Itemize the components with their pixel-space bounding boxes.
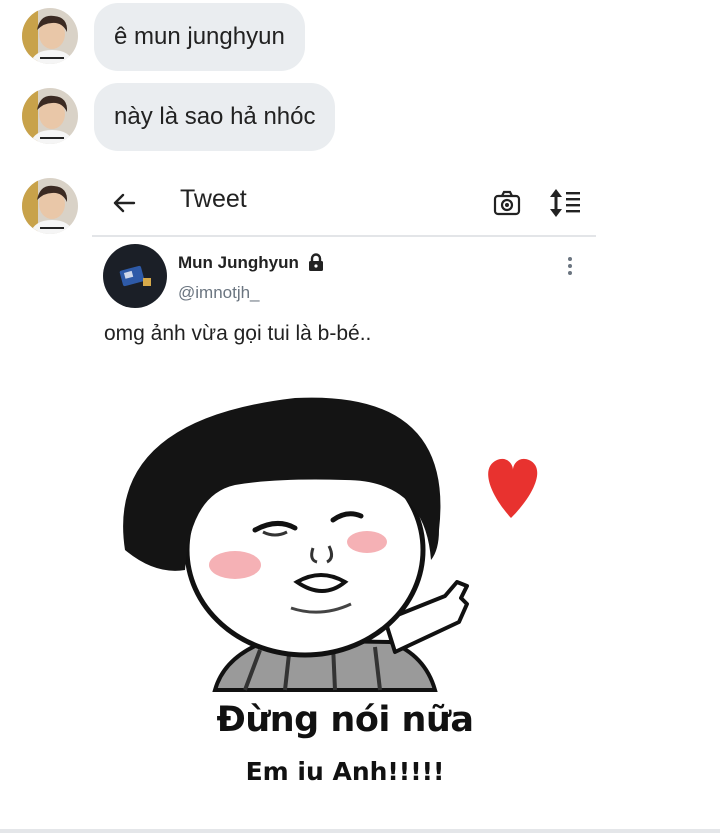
- header-divider: [92, 235, 596, 237]
- message-bubble[interactable]: ê mun junghyun: [94, 3, 305, 71]
- meme-caption-line1: Đừng nói nữa: [216, 700, 475, 740]
- bottom-divider: [0, 829, 720, 833]
- lock-icon: [309, 253, 323, 271]
- more-vertical-icon[interactable]: [563, 254, 577, 278]
- message-text: ê mun junghyun: [114, 23, 285, 50]
- author-handle[interactable]: @imnotjh_: [178, 283, 260, 303]
- message-bubble[interactable]: này là sao hả nhóc: [94, 83, 336, 151]
- meme-image[interactable]: [95, 360, 595, 820]
- back-arrow-icon[interactable]: [110, 189, 138, 217]
- author-avatar[interactable]: [103, 244, 167, 308]
- meme-caption-line2: Em iu Anh!!!!!: [245, 757, 445, 786]
- camera-icon[interactable]: [492, 188, 522, 218]
- message-text: này là sao hả nhóc: [114, 103, 316, 130]
- tweet-text: omg ảnh vừa gọi tui là b-bé..: [104, 322, 372, 345]
- tweet-header-bar: Tweet: [94, 170, 596, 236]
- heart-icon: [488, 458, 538, 518]
- sender-avatar[interactable]: [22, 178, 78, 234]
- sender-avatar[interactable]: [22, 8, 78, 64]
- sender-avatar[interactable]: [22, 88, 78, 144]
- author-display-name[interactable]: Mun Junghyun: [178, 253, 299, 273]
- header-title: Tweet: [180, 185, 247, 213]
- sort-icon[interactable]: [548, 187, 582, 219]
